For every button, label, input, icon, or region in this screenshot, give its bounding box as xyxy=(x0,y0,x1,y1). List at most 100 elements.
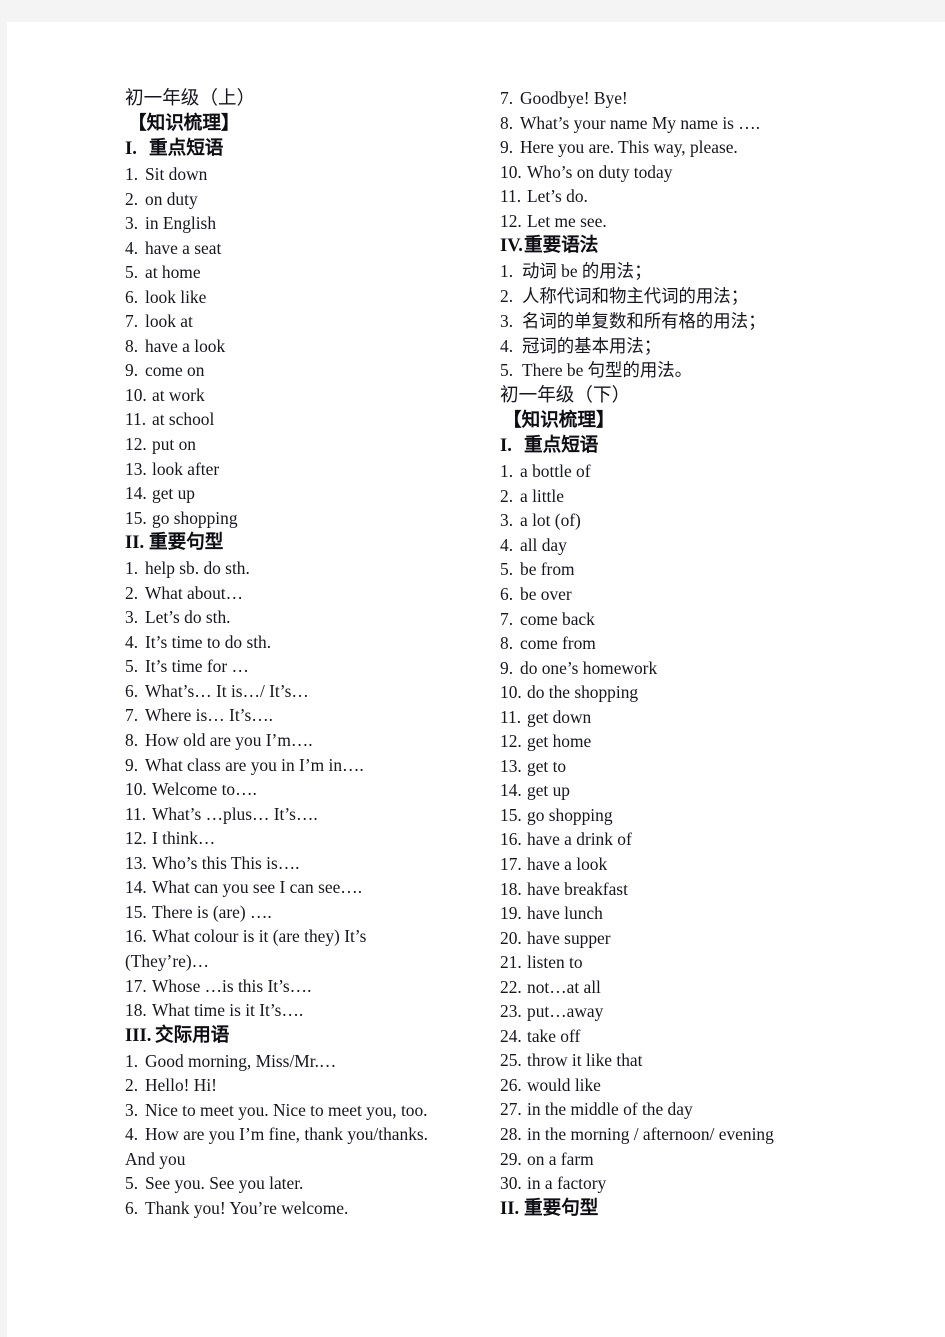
list-item-number: 8. xyxy=(125,730,139,751)
list-item-number: 7. xyxy=(125,705,139,726)
grade-title-shang: 初一年级（上） xyxy=(125,88,256,109)
list-item-text: Nice to meet you. Nice to meet you, too. xyxy=(145,1099,428,1120)
list-item-number: 13. xyxy=(125,852,147,873)
list-item: 10. Welcome to…. xyxy=(125,777,497,802)
list-item-number: 14. xyxy=(125,483,147,504)
list-item: 3. Nice to meet you. Nice to meet you, to… xyxy=(125,1098,497,1123)
list-item-text: at school xyxy=(152,409,215,430)
list-item-number: 3. xyxy=(125,1099,139,1120)
list-item-text: What class are you in I’m in…. xyxy=(145,754,364,775)
list-item-text: It’s time for … xyxy=(145,656,249,677)
list-item-text: all day xyxy=(520,534,567,555)
list-item-text: have a seat xyxy=(145,237,222,258)
list-item-number: 4. xyxy=(125,1124,139,1145)
list-item-continuation: (They’re)… xyxy=(125,950,210,971)
list-item: 27. in the middle of the day xyxy=(500,1097,920,1122)
list-item: 1. Good morning, Miss/Mr.… xyxy=(125,1049,497,1074)
list-item-text: come on xyxy=(145,360,205,381)
section-heading-key-grammar-shang: IV.重要语法 xyxy=(500,233,920,259)
list-item: 3. Let’s do sth. xyxy=(125,605,497,630)
section-title: 重点短语 xyxy=(524,435,599,457)
list-item: 7. Where is… It’s…. xyxy=(125,703,497,728)
list-item-text: have a drink of xyxy=(527,829,632,850)
list-item-number: 7. xyxy=(125,311,139,332)
list-item-text: go shopping xyxy=(152,507,238,528)
list-item-number: 23. xyxy=(500,1001,522,1022)
list-item: 1. Sit down xyxy=(125,162,497,187)
list-item: 8. What’s your name My name is …. xyxy=(500,111,920,136)
section-numeral: III. xyxy=(125,1024,152,1046)
list-item-number: 5. xyxy=(125,1173,139,1194)
list-item-number: 2. xyxy=(125,582,139,603)
list-item-number: 2. xyxy=(125,1075,139,1096)
section-numeral: II. xyxy=(500,1197,520,1219)
list-item-number: 17. xyxy=(500,854,522,875)
section-title: 交际用语 xyxy=(155,1024,230,1046)
list-item-number: 11. xyxy=(500,706,522,727)
list-item-text: 人称代词和物主代词的用法； xyxy=(522,286,749,307)
list-item-number: 20. xyxy=(500,927,522,948)
list-item-number: 28. xyxy=(500,1124,522,1145)
list-item-text: come from xyxy=(520,633,596,654)
list-item: 1. 动词 be 的用法； xyxy=(500,259,920,284)
list-item: 5. be from xyxy=(500,557,920,582)
list-item-text: on duty xyxy=(145,188,198,209)
list-item: 1. help sb. do sth. xyxy=(125,556,497,581)
list-item-text: in the middle of the day xyxy=(527,1099,693,1120)
list-item-text: put…away xyxy=(527,1001,604,1022)
list-item-text: listen to xyxy=(527,952,583,973)
list-item-text: at home xyxy=(145,262,201,283)
list-item-number: 24. xyxy=(500,1025,522,1046)
list-item-number: 14. xyxy=(125,877,147,898)
list-item: 7. look at xyxy=(125,309,497,334)
list-item-text: What’s …plus… It’s…. xyxy=(152,803,318,824)
list-item-number: 4. xyxy=(500,335,514,356)
list-item: 5. It’s time for … xyxy=(125,654,497,679)
list-item: 6. Thank you! You’re welcome. xyxy=(125,1196,497,1221)
list-item: 19. have lunch xyxy=(500,901,920,926)
list-item-text: not…at all xyxy=(527,976,601,997)
list-item-number: 5. xyxy=(125,656,139,677)
list-item-text: help sb. do sth. xyxy=(145,558,250,579)
list-item-text: There be 句型的用法。 xyxy=(522,360,693,381)
list-item-number: 26. xyxy=(500,1074,522,1095)
list-item: 10. at work xyxy=(125,383,497,408)
list-item: 5. See you. See you later. xyxy=(125,1171,497,1196)
right-column: 7. Goodbye! Bye! 8. What’s your name My nam… xyxy=(500,86,920,1222)
list-item-number: 15. xyxy=(500,804,522,825)
section-numeral: IV. xyxy=(500,235,523,257)
list-item-number: 10. xyxy=(125,384,147,405)
list-item-number: 10. xyxy=(500,161,522,182)
list-item: 22. not…at all xyxy=(500,975,920,1000)
section-heading-key-phrases-xia: I. 重点短语 xyxy=(500,433,920,459)
list-item-text: do the shopping xyxy=(527,682,639,703)
list-item-text: Sit down xyxy=(145,164,208,184)
list-item-number: 11. xyxy=(500,186,522,207)
list-item: 13. look after xyxy=(125,457,497,482)
section-numeral: II. xyxy=(125,532,145,554)
list-item: 16. have a drink of xyxy=(500,827,920,852)
list-item: 18. have breakfast xyxy=(500,877,920,902)
list-item-text: What colour is it (are they) It’s xyxy=(152,926,367,947)
list-item: 30. in a factory xyxy=(500,1171,920,1196)
list-item-number: 3. xyxy=(125,607,139,628)
section-title: 重要句型 xyxy=(149,532,224,554)
list-item: 17. Whose …is this It’s…. xyxy=(125,974,497,999)
key-phrases-list-shang: 1. Sit down 2. on duty 3. in English 4. have a … xyxy=(125,162,497,530)
list-item-text: have a look xyxy=(145,335,226,356)
list-item-number: 7. xyxy=(500,88,514,108)
list-item-number: 4. xyxy=(500,534,514,555)
list-item-number: 1. xyxy=(125,1050,139,1071)
list-item-number: 14. xyxy=(500,780,522,801)
list-item-text: take off xyxy=(527,1025,581,1046)
list-item-number: 16. xyxy=(125,926,147,947)
list-item: 4. all day xyxy=(500,533,920,558)
list-item-number: 3. xyxy=(125,213,139,234)
list-item-number: 2. xyxy=(500,485,514,506)
list-item-text: Thank you! You’re welcome. xyxy=(145,1197,349,1218)
list-item-number: 1. xyxy=(125,558,139,579)
list-item-continuation: And you xyxy=(125,1148,186,1169)
key-grammar-list-shang: 1. 动词 be 的用法； 2. 人称代词和物主代词的用法； 3. 名词的单复数和所有格的… xyxy=(500,259,920,383)
list-item-text: Whose …is this It’s…. xyxy=(152,975,312,996)
list-item-number: 4. xyxy=(125,631,139,652)
